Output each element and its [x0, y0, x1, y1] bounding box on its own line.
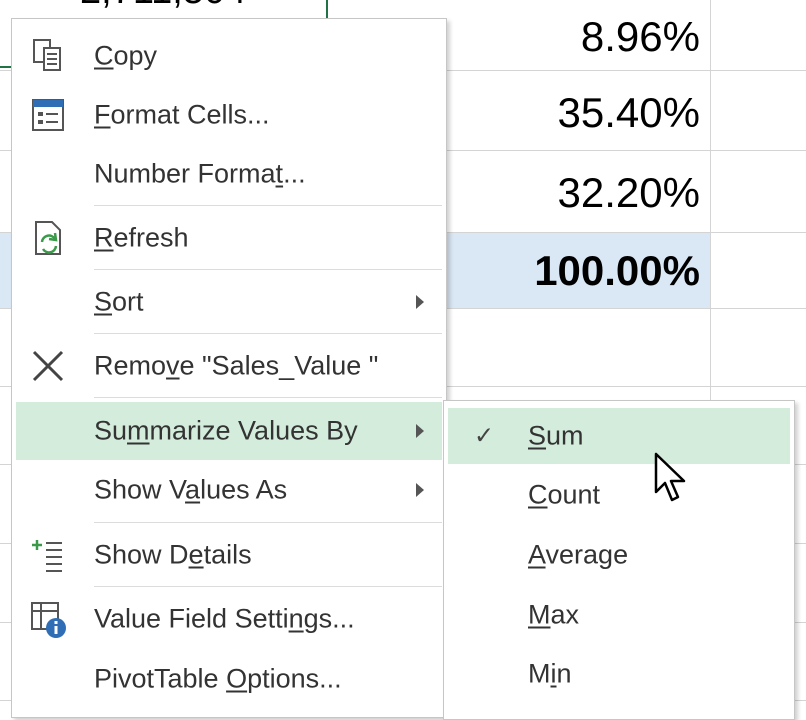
- menu-separator: [94, 333, 442, 334]
- show-details-icon: [32, 540, 62, 572]
- summarize-values-submenu: ✓ Sum Count Average Max Min: [443, 400, 795, 720]
- menu-separator: [94, 586, 442, 587]
- menu-item-value-field-settings[interactable]: Value Field Settings...: [16, 590, 442, 648]
- menu-item-label: Summarize Values By: [94, 415, 358, 446]
- remove-x-icon: [32, 350, 64, 382]
- menu-item-show-details[interactable]: Show Details: [16, 526, 442, 584]
- checkmark-icon: ✓: [474, 422, 495, 450]
- submenu-arrow-icon: [416, 483, 424, 497]
- menu-item-sort[interactable]: Sort: [16, 273, 442, 331]
- menu-item-label: Format Cells...: [94, 99, 270, 130]
- cell-percentage[interactable]: 32.20%: [558, 172, 700, 214]
- menu-separator: [94, 205, 442, 206]
- cell-total-percentage[interactable]: 100.00%: [534, 250, 700, 292]
- context-menu: Copy Format Cells... Number Format... Re…: [11, 18, 447, 718]
- menu-item-refresh[interactable]: Refresh: [16, 209, 442, 267]
- submenu-arrow-icon: [416, 424, 424, 438]
- menu-item-label: Sort: [94, 286, 144, 317]
- menu-item-label: Remove "Sales_Value ": [94, 350, 379, 381]
- cell-percentage[interactable]: 8.96%: [581, 16, 700, 58]
- submenu-item-min[interactable]: Min: [448, 646, 790, 702]
- menu-separator: [94, 522, 442, 523]
- menu-separator: [94, 397, 442, 398]
- submenu-item-label: Sum: [528, 420, 584, 451]
- submenu-item-label: Count: [528, 479, 601, 510]
- submenu-item-label: Min: [528, 658, 572, 689]
- submenu-arrow-icon: [416, 295, 424, 309]
- submenu-item-average[interactable]: Average: [448, 527, 790, 583]
- menu-item-pivottable-options[interactable]: PivotTable Options...: [16, 650, 442, 708]
- menu-separator: [94, 269, 442, 270]
- menu-item-label: PivotTable Options...: [94, 663, 342, 694]
- submenu-item-sum[interactable]: ✓ Sum: [448, 408, 790, 464]
- menu-item-format-cells[interactable]: Format Cells...: [16, 86, 442, 144]
- submenu-item-count[interactable]: Count: [448, 467, 790, 523]
- menu-item-remove-field[interactable]: Remove "Sales_Value ": [16, 337, 442, 395]
- mouse-pointer-icon: [654, 452, 686, 502]
- menu-item-label: Value Field Settings...: [94, 603, 355, 634]
- menu-item-label: Copy: [94, 40, 158, 71]
- refresh-icon: [35, 221, 61, 255]
- menu-item-summarize-values-by[interactable]: Summarize Values By: [16, 402, 442, 460]
- submenu-item-label: Average: [528, 539, 629, 570]
- cell-value-partial[interactable]: 2,711,504: [80, 0, 246, 13]
- submenu-item-label: Max: [528, 599, 580, 630]
- submenu-item-max[interactable]: Max: [448, 587, 790, 643]
- menu-item-number-format[interactable]: Number Format...: [16, 145, 442, 203]
- menu-item-show-values-as[interactable]: Show Values As: [16, 461, 442, 519]
- menu-item-label: Show Values As: [94, 474, 288, 505]
- menu-item-copy[interactable]: Copy: [16, 27, 442, 85]
- format-cells-icon: [32, 99, 64, 131]
- cell-percentage[interactable]: 35.40%: [558, 92, 700, 134]
- copy-icon: [33, 39, 61, 71]
- menu-item-label: Refresh: [94, 222, 189, 253]
- menu-item-label: Number Format...: [94, 158, 306, 189]
- value-field-settings-icon: [31, 602, 66, 638]
- menu-item-label: Show Details: [94, 539, 252, 570]
